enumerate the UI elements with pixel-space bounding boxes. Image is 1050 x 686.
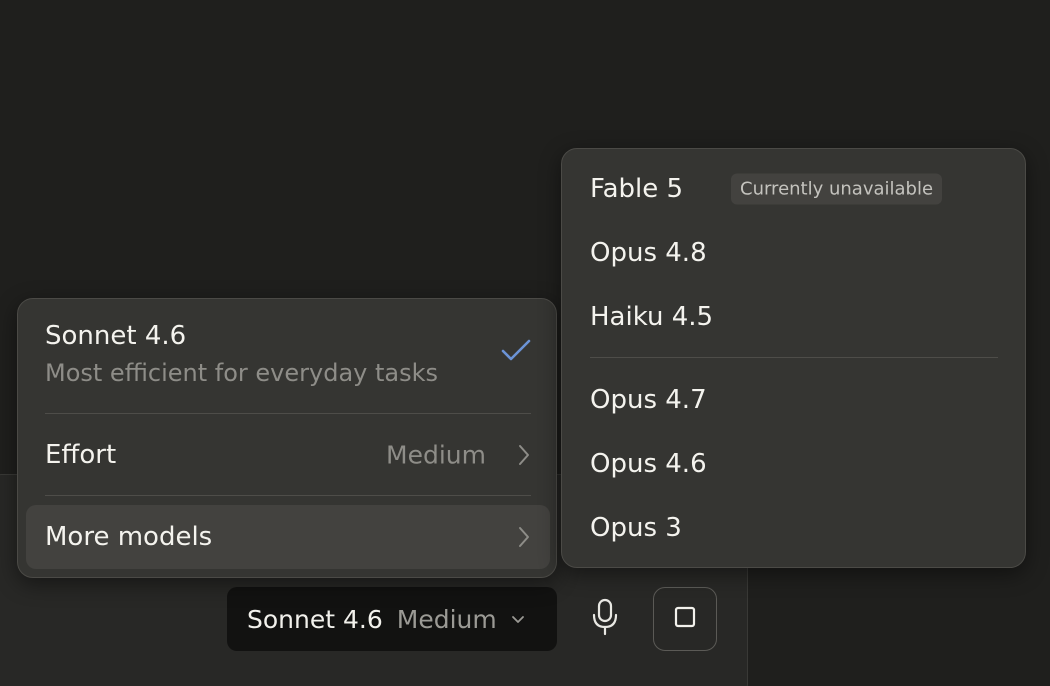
model-option-label: Haiku 4.5: [590, 302, 714, 332]
model-option-label: Opus 4.7: [590, 385, 707, 415]
model-option-opus-4-6[interactable]: Opus 4.6: [570, 434, 1017, 494]
selected-model-name: Sonnet 4.6: [247, 604, 383, 634]
model-option-opus-4-7[interactable]: Opus 4.7: [570, 370, 1017, 430]
selected-effort-level: Medium: [396, 604, 497, 634]
chevron-right-icon: [516, 443, 532, 467]
model-option-haiku-4-5[interactable]: Haiku 4.5: [570, 287, 1017, 347]
stop-button[interactable]: [653, 587, 717, 651]
more-models-menu-item[interactable]: More models: [26, 505, 550, 569]
submenu-divider: [590, 357, 998, 358]
current-model-item[interactable]: Sonnet 4.6 Most efficient for everyday t…: [18, 299, 556, 413]
unavailable-badge: Currently unavailable: [731, 173, 943, 205]
current-model-title: Sonnet 4.6: [45, 321, 187, 351]
stop-icon: [674, 606, 696, 632]
model-option-label: Opus 3: [590, 513, 682, 543]
check-icon: [500, 338, 532, 368]
app-page: Sonnet 4.6 Medium Sonnet 4.6 Most effici…: [0, 0, 1050, 686]
menu-divider: [45, 495, 531, 496]
model-option-opus-4-8[interactable]: Opus 4.8: [570, 223, 1017, 283]
microphone-button[interactable]: [582, 595, 628, 643]
model-option-label: Opus 4.6: [590, 449, 707, 479]
chevron-down-icon: [509, 610, 527, 628]
microphone-icon: [590, 598, 620, 640]
effort-label: Effort: [45, 440, 117, 470]
model-option-label: Fable 5: [590, 174, 684, 204]
menu-divider: [45, 413, 531, 414]
chevron-right-icon: [516, 525, 532, 549]
effort-value: Medium: [386, 440, 486, 470]
model-option-label: Opus 4.8: [590, 238, 707, 268]
more-models-submenu: Fable 5 Currently unavailable Opus 4.8 H…: [561, 148, 1026, 568]
more-models-label: More models: [45, 522, 213, 552]
model-option-opus-3[interactable]: Opus 3: [570, 498, 1017, 558]
effort-menu-item[interactable]: Effort Medium: [26, 423, 550, 487]
current-model-description: Most efficient for everyday tasks: [45, 359, 439, 387]
model-selector-button[interactable]: Sonnet 4.6 Medium: [227, 587, 557, 651]
model-menu: Sonnet 4.6 Most efficient for everyday t…: [17, 298, 557, 578]
model-option-fable-5: Fable 5 Currently unavailable: [570, 159, 1017, 219]
